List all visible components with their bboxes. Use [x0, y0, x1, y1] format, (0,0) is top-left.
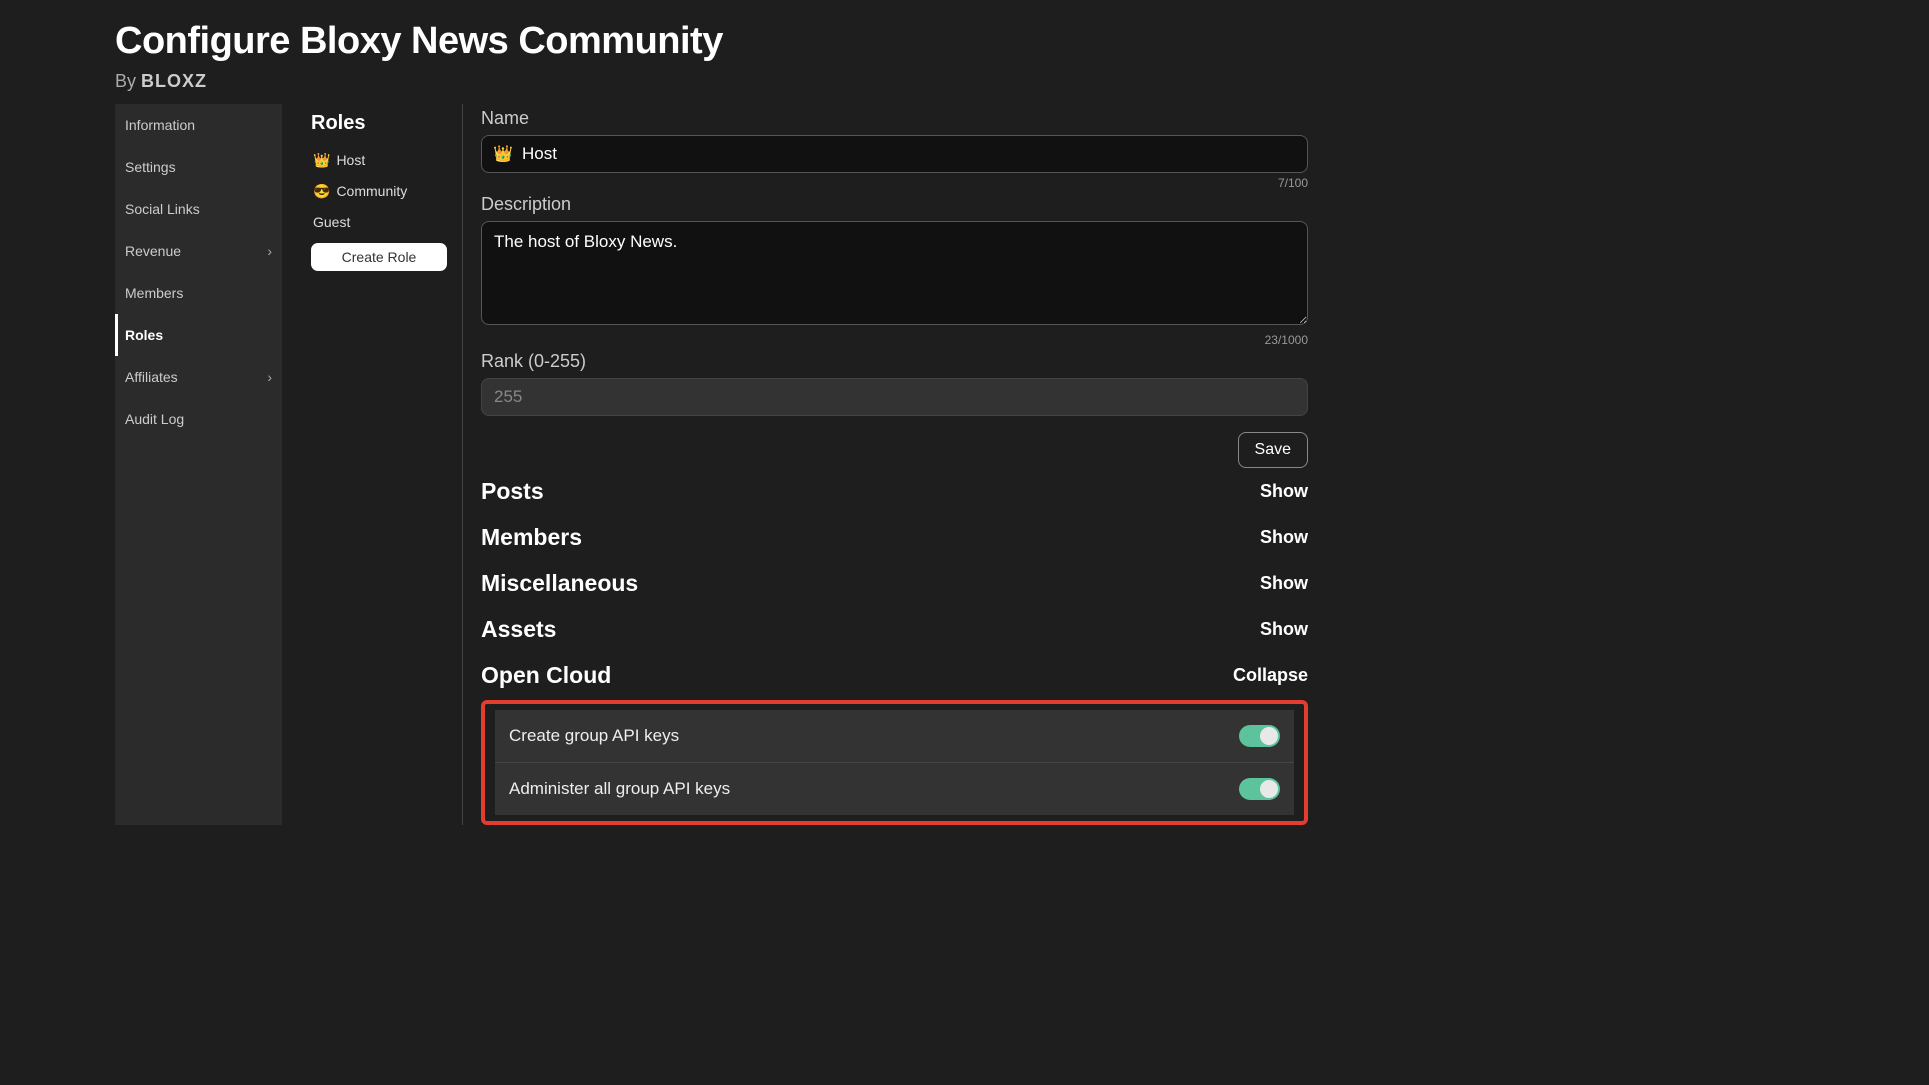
by-line: By BLOXZ	[115, 71, 1814, 92]
sidebar-item-roles[interactable]: Roles	[115, 314, 282, 356]
name-label: Name	[481, 108, 1308, 129]
create-role-button[interactable]: Create Role	[311, 243, 447, 271]
section-toggle-show[interactable]: Show	[1260, 573, 1308, 594]
description-input[interactable]	[481, 221, 1308, 325]
description-label: Description	[481, 194, 1308, 215]
section-title: Miscellaneous	[481, 570, 638, 597]
sidebar-item-revenue[interactable]: Revenue ›	[115, 230, 282, 272]
sidebar-item-information[interactable]: Information	[115, 104, 282, 146]
role-item-community[interactable]: 😎 Community	[311, 176, 447, 207]
sidebar-item-label: Roles	[125, 327, 163, 343]
name-input[interactable]	[481, 135, 1308, 173]
permission-row-create-api-keys: Create group API keys	[495, 710, 1294, 763]
chevron-right-icon: ›	[267, 243, 272, 259]
sunglasses-icon: 😎	[313, 183, 330, 199]
by-label: By	[115, 71, 136, 91]
crown-icon: 👑	[313, 152, 330, 168]
name-char-count: 7/100	[481, 176, 1308, 190]
role-label: Guest	[313, 214, 350, 230]
sidebar-item-label: Social Links	[125, 201, 200, 217]
section-posts: Posts Show	[481, 468, 1308, 514]
sidebar-item-label: Members	[125, 285, 183, 301]
section-members: Members Show	[481, 514, 1308, 560]
description-char-count: 23/1000	[481, 333, 1308, 347]
section-toggle-show[interactable]: Show	[1260, 481, 1308, 502]
section-open-cloud: Open Cloud Collapse	[481, 652, 1308, 698]
section-title: Members	[481, 524, 582, 551]
open-cloud-permissions-highlight: Create group API keys Administer all gro…	[481, 700, 1308, 825]
sidebar-item-label: Affiliates	[125, 369, 178, 385]
roles-panel: Roles 👑 Host 😎 Community Guest Create Role	[296, 104, 463, 825]
sidebar: Information Settings Social Links Revenu…	[115, 104, 282, 825]
toggle-knob	[1260, 780, 1278, 798]
section-title: Assets	[481, 616, 556, 643]
permission-label: Administer all group API keys	[509, 779, 730, 799]
sidebar-item-label: Audit Log	[125, 411, 184, 427]
sidebar-item-audit-log[interactable]: Audit Log	[115, 398, 282, 440]
section-toggle-show[interactable]: Show	[1260, 619, 1308, 640]
sidebar-item-members[interactable]: Members	[115, 272, 282, 314]
permission-label: Create group API keys	[509, 726, 679, 746]
roles-panel-header: Roles	[311, 112, 447, 135]
sidebar-item-label: Settings	[125, 159, 176, 175]
main-content: Name 👑 7/100 Description 23/1000 Rank (0…	[463, 104, 1308, 825]
toggle-knob	[1260, 727, 1278, 745]
section-toggle-show[interactable]: Show	[1260, 527, 1308, 548]
permission-row-administer-api-keys: Administer all group API keys	[495, 763, 1294, 815]
chevron-right-icon: ›	[267, 369, 272, 385]
crown-icon: 👑	[493, 144, 513, 164]
rank-input	[481, 378, 1308, 416]
toggle-create-api-keys[interactable]	[1239, 725, 1280, 747]
toggle-administer-api-keys[interactable]	[1239, 778, 1280, 800]
section-title: Posts	[481, 478, 544, 505]
role-label: Community	[336, 183, 407, 199]
save-button[interactable]: Save	[1238, 432, 1308, 468]
rank-label: Rank (0-255)	[481, 351, 1308, 372]
sidebar-item-settings[interactable]: Settings	[115, 146, 282, 188]
sidebar-item-social-links[interactable]: Social Links	[115, 188, 282, 230]
section-miscellaneous: Miscellaneous Show	[481, 560, 1308, 606]
sidebar-item-label: Information	[125, 117, 195, 133]
page-title: Configure Bloxy News Community	[115, 20, 1814, 63]
author-name[interactable]: BLOXZ	[141, 71, 207, 91]
role-item-guest[interactable]: Guest	[311, 207, 447, 237]
section-toggle-collapse[interactable]: Collapse	[1233, 665, 1308, 686]
sidebar-item-affiliates[interactable]: Affiliates ›	[115, 356, 282, 398]
role-item-host[interactable]: 👑 Host	[311, 145, 447, 176]
role-label: Host	[336, 152, 365, 168]
section-title: Open Cloud	[481, 662, 611, 689]
sidebar-item-label: Revenue	[125, 243, 181, 259]
section-assets: Assets Show	[481, 606, 1308, 652]
